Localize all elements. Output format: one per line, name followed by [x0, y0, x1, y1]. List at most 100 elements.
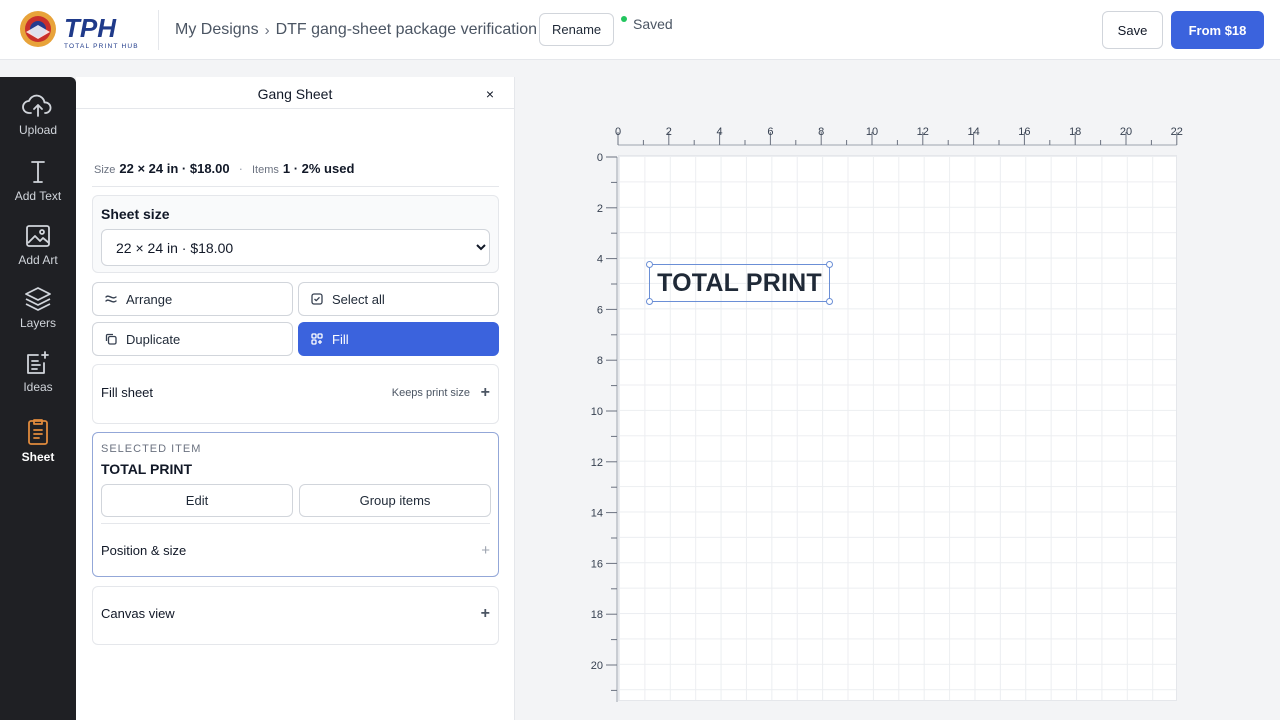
- tool-rail: Upload Add Text Add Art Layers Ideas She…: [0, 77, 76, 720]
- grid-fill-icon: [311, 333, 323, 345]
- resize-handle[interactable]: [646, 298, 653, 305]
- arrange-button[interactable]: Arrange: [92, 282, 293, 316]
- status-dot-icon: [621, 16, 627, 22]
- selected-item-card: SELECTED ITEM TOTAL PRINT Edit Group ite…: [92, 432, 499, 577]
- canvas-item-text: TOTAL PRINT: [657, 269, 822, 297]
- resize-handle[interactable]: [826, 298, 833, 305]
- breadcrumb-chevron-icon: ›: [264, 21, 270, 39]
- rail-item-upload[interactable]: Upload: [0, 93, 76, 151]
- duplicate-icon: [105, 333, 117, 345]
- ideas-icon: [27, 351, 49, 374]
- cloud-upload-icon: [22, 94, 52, 117]
- summary-items-key: Items: [251, 164, 279, 176]
- rail-label: Ideas: [23, 380, 53, 394]
- summary-size-value: 22 × 24 in · $18.00: [119, 161, 230, 176]
- selected-item-caption: SELECTED ITEM: [101, 443, 202, 455]
- fill-label: Fill: [332, 331, 349, 347]
- sheet-size-label: Sheet size: [101, 206, 170, 222]
- rail-item-ideas[interactable]: Ideas: [0, 350, 76, 408]
- resize-handle[interactable]: [826, 261, 833, 268]
- ruler-x-label: 16: [1018, 126, 1030, 138]
- top-bar: TPH TOTAL PRINT HUB My Designs › DTF gan…: [0, 0, 1280, 60]
- price-cta-button[interactable]: From $18: [1171, 11, 1264, 49]
- arrange-icon: [105, 295, 117, 303]
- duplicate-button[interactable]: Duplicate: [92, 322, 293, 356]
- fill-button[interactable]: Fill: [298, 322, 499, 356]
- panel-header: Gang Sheet ×: [76, 77, 514, 109]
- ruler-x-label: 12: [917, 126, 929, 138]
- canvas-view-card[interactable]: Canvas view +: [92, 586, 499, 645]
- summary-separator: ·: [238, 161, 243, 176]
- expand-plus-icon[interactable]: +: [481, 606, 490, 622]
- text-icon: [31, 161, 45, 183]
- fill-sheet-card[interactable]: Fill sheet Keeps print size +: [92, 364, 499, 424]
- canvas-text-item[interactable]: TOTAL PRINT: [646, 261, 833, 305]
- rename-button[interactable]: Rename: [539, 13, 615, 46]
- header-divider: [158, 10, 159, 50]
- design-title: DTF gang-sheet package verification: [275, 21, 538, 38]
- position-size-title[interactable]: Position & size: [101, 543, 186, 558]
- ruler-x-label: 2: [666, 126, 672, 138]
- ruler-y-label: 14: [591, 508, 603, 520]
- sheet-size-card: Sheet size 22 × 24 in · $18.00: [92, 195, 499, 273]
- ruler-x-label: 18: [1069, 126, 1081, 138]
- expand-plus-icon[interactable]: +: [481, 385, 490, 401]
- rail-label: Add Art: [18, 253, 58, 267]
- ruler-x-label: 0: [615, 126, 621, 138]
- ruler-x-label: 14: [967, 126, 979, 138]
- image-icon: [26, 225, 50, 247]
- brand-logo[interactable]: TPH TOTAL PRINT HUB: [18, 10, 140, 50]
- ruler-y-label: 12: [591, 457, 603, 469]
- rail-item-add-art[interactable]: Add Art: [0, 223, 76, 281]
- edit-item-button[interactable]: Edit: [101, 484, 293, 517]
- arrange-label: Arrange: [126, 291, 173, 307]
- summary-size-key: Size: [94, 164, 116, 176]
- summary-items-value: 1 · 2% used: [282, 161, 355, 176]
- ruler-x-label: 4: [717, 126, 723, 138]
- panel-title: Gang Sheet: [257, 86, 333, 102]
- ruler-y-label: 6: [597, 304, 603, 316]
- ruler-x-label: 8: [818, 126, 824, 138]
- sheet-summary: Size 22 × 24 in · $18.00 · Items 1 · 2% …: [94, 161, 354, 176]
- ruler-y-label: 20: [591, 660, 603, 672]
- resize-handle[interactable]: [646, 261, 653, 268]
- canvas-stage: 0 2 4 6 8 10 12 14 16 18 20 22 0 2 4 6 8 10 12 14 16 18 20 TOT…: [515, 60, 1280, 720]
- gang-sheet-artboard[interactable]: [618, 155, 1177, 701]
- duplicate-label: Duplicate: [126, 331, 181, 347]
- ruler-x-label: 6: [767, 126, 773, 138]
- rail-item-layers[interactable]: Layers: [0, 286, 76, 344]
- save-status: Saved: [621, 16, 673, 32]
- sheet-size-select[interactable]: 22 × 24 in · $18.00: [101, 229, 490, 266]
- group-items-button[interactable]: Group items: [299, 484, 491, 517]
- rail-item-sheet[interactable]: Sheet: [0, 418, 76, 476]
- ruler-y-label: 4: [597, 254, 603, 266]
- breadcrumb-parent-link[interactable]: My Designs: [175, 21, 259, 39]
- select-all-label: Select all: [332, 291, 385, 307]
- ruler-y-label: 18: [591, 609, 603, 621]
- selected-item-name: TOTAL PRINT: [101, 461, 192, 477]
- ruler-y-label: 8: [597, 355, 603, 367]
- ruler-y-label: 10: [591, 406, 603, 418]
- close-icon[interactable]: ×: [486, 86, 494, 102]
- canvas-view-title: Canvas view: [101, 606, 175, 621]
- rail-label: Upload: [18, 123, 58, 137]
- rail-label: Sheet: [21, 450, 55, 464]
- breadcrumb: My Designs › DTF gang-sheet package veri…: [175, 21, 537, 39]
- gang-sheet-panel: Gang Sheet × Size 22 × 24 in · $18.00 · …: [76, 77, 515, 720]
- save-button[interactable]: Save: [1102, 11, 1163, 49]
- rail-label: Add Text: [14, 189, 62, 203]
- logo-text: TPH: [64, 13, 117, 43]
- summary-divider: [92, 186, 499, 187]
- ruler-y-label: 0: [597, 152, 603, 164]
- ruler-x-label: 22: [1171, 126, 1183, 138]
- sheet-icon: [28, 419, 48, 445]
- select-all-button[interactable]: Select all: [298, 282, 499, 316]
- layers-icon: [25, 287, 51, 311]
- ruler-y-label: 16: [591, 558, 603, 570]
- rail-item-add-text[interactable]: Add Text: [0, 159, 76, 217]
- expand-plus-icon[interactable]: +: [481, 543, 490, 558]
- save-status-label: Saved: [633, 16, 673, 32]
- fill-sheet-hint: Keeps print size: [391, 387, 470, 399]
- rail-label: Layers: [19, 316, 57, 330]
- selected-item-divider: [101, 523, 490, 524]
